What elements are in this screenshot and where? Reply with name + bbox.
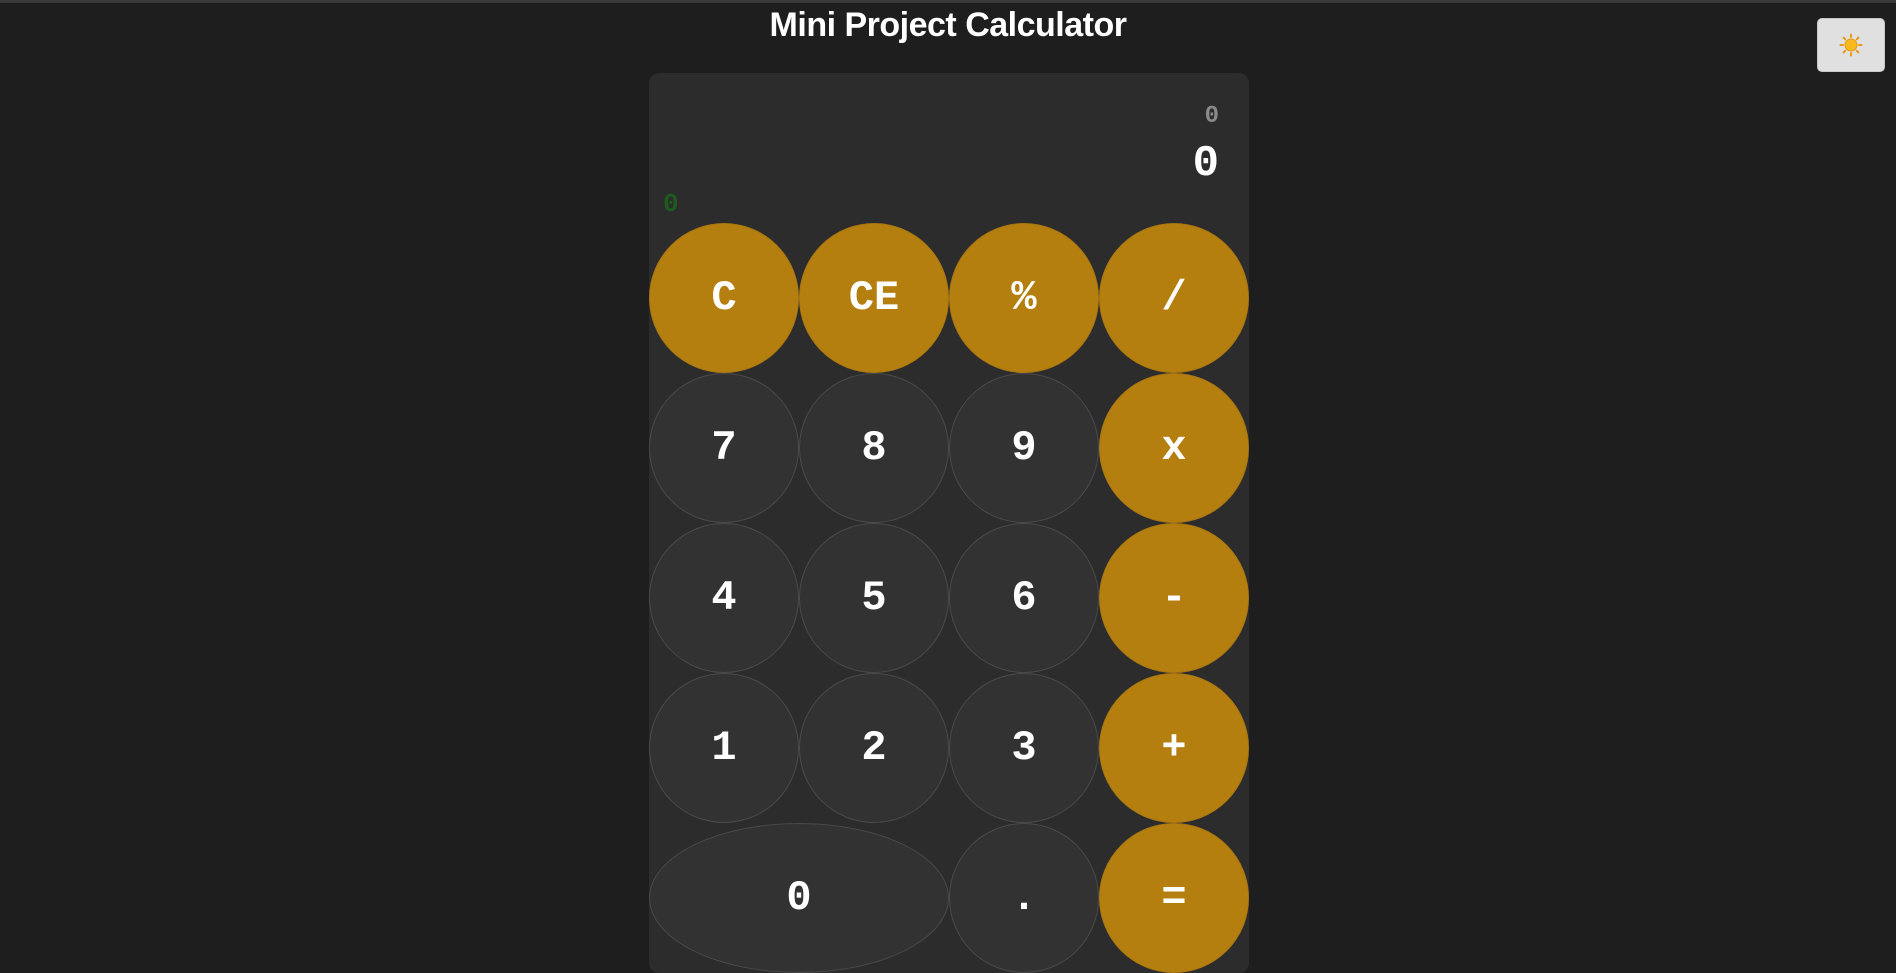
key-digit-4-button[interactable]: 4 bbox=[649, 523, 799, 673]
key-add-button[interactable]: + bbox=[1099, 673, 1249, 823]
key-subtract-button[interactable]: - bbox=[1099, 523, 1249, 673]
key-percent-button[interactable]: % bbox=[949, 223, 1099, 373]
key-digit-7-button[interactable]: 7 bbox=[649, 373, 799, 523]
calculator-display: 0 0 0 bbox=[649, 73, 1249, 223]
key-clear-entry-button[interactable]: CE bbox=[799, 223, 949, 373]
sun-icon bbox=[1839, 33, 1863, 57]
key-digit-6-button[interactable]: 6 bbox=[949, 523, 1099, 673]
key-multiply-button[interactable]: x bbox=[1099, 373, 1249, 523]
memory-indicator: 0 bbox=[663, 189, 679, 219]
key-clear-button[interactable]: C bbox=[649, 223, 799, 373]
theme-toggle-button[interactable] bbox=[1817, 18, 1885, 72]
key-divide-button[interactable]: / bbox=[1099, 223, 1249, 373]
key-digit-0-button[interactable]: 0 bbox=[649, 823, 949, 973]
key-decimal-button[interactable]: . bbox=[949, 823, 1099, 973]
key-equals-button[interactable]: = bbox=[1099, 823, 1249, 973]
page-title: Mini Project Calculator bbox=[769, 6, 1127, 44]
key-digit-2-button[interactable]: 2 bbox=[799, 673, 949, 823]
current-operand: 0 bbox=[1192, 139, 1219, 189]
key-digit-5-button[interactable]: 5 bbox=[799, 523, 949, 673]
keypad: C CE%/ 7 8 9 x 4 5 6- 1 2 3 +0. = bbox=[649, 223, 1249, 973]
key-digit-9-button[interactable]: 9 bbox=[949, 373, 1099, 523]
key-digit-3-button[interactable]: 3 bbox=[949, 673, 1099, 823]
key-digit-8-button[interactable]: 8 bbox=[799, 373, 949, 523]
previous-operand: 0 bbox=[1204, 103, 1219, 130]
window-top-border bbox=[0, 0, 1896, 3]
calculator: 0 0 0 C CE%/ 7 8 9 x 4 5 6- 1 2 3 +0. = bbox=[649, 73, 1249, 973]
key-digit-1-button[interactable]: 1 bbox=[649, 673, 799, 823]
